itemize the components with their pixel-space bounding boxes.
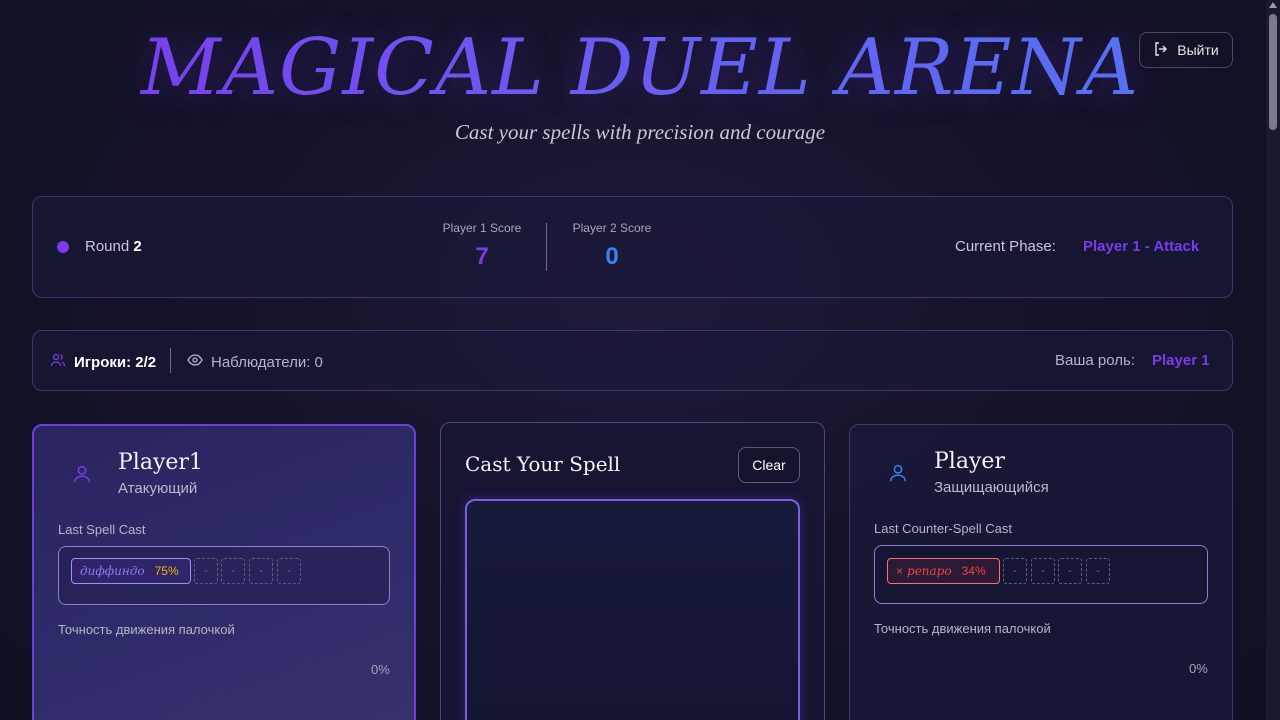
eye-icon: [187, 352, 203, 372]
attacker-wand-accuracy-label: Точность движения палочкой: [58, 622, 235, 637]
attacker-user-icon: [62, 454, 102, 494]
app-title: MAGICAL DUEL ARENA: [0, 20, 1280, 116]
defender-user-icon: [878, 453, 918, 493]
defender-spell-slot: -: [1003, 558, 1027, 584]
attacker-wand-accuracy-value: 0%: [371, 662, 390, 677]
users-icon: [50, 352, 66, 372]
defender-spell-slot: -: [1058, 558, 1082, 584]
phase-value: Player 1 - Attack: [1083, 238, 1200, 255]
defender-last-spell-label: Last Counter-Spell Cast: [874, 521, 1013, 536]
logout-icon: [1153, 41, 1169, 60]
score-divider: [546, 223, 547, 271]
defender-spell-chip: × репаро 34%: [887, 558, 1000, 584]
player1-score: Player 1 Score 7: [432, 221, 532, 271]
spell-drawing-canvas[interactable]: [465, 499, 800, 720]
info-divider: [170, 348, 171, 373]
defender-name: Player: [934, 449, 1005, 474]
attacker-spell-slot: -: [249, 558, 273, 584]
players-count-label: Игроки: 2/2: [74, 353, 157, 371]
defender-spell-slot: -: [1031, 558, 1055, 584]
attacker-spell-slot: -: [277, 558, 301, 584]
attacker-spell-accuracy: 75%: [154, 564, 179, 578]
phase-label: Current Phase:: [955, 238, 1056, 255]
defender-wand-accuracy-value: 0%: [1189, 661, 1208, 676]
attacker-name: Player1: [118, 450, 203, 475]
logout-label: Выйти: [1177, 42, 1219, 58]
role-label: Ваша роль:: [1055, 352, 1135, 369]
attacker-spell-name: диффиндо: [80, 564, 145, 578]
page-scrollbar[interactable]: [1266, 0, 1280, 720]
scroll-up-icon[interactable]: [1269, 2, 1277, 8]
viewers-count-label: Наблюдатели: 0: [211, 353, 323, 371]
attacker-role: Атакующий: [118, 480, 198, 497]
defender-spell-slot: -: [1086, 558, 1110, 584]
player1-score-label: Player 1 Score: [442, 221, 522, 235]
defender-role: Защищающийся: [934, 479, 1049, 496]
round-value: 2: [133, 238, 142, 255]
defender-wand-accuracy-label: Точность движения палочкой: [874, 621, 1051, 636]
player2-score-value: 0: [605, 243, 619, 270]
role-value: Player 1: [1152, 352, 1210, 369]
round-label: Round: [85, 238, 130, 255]
clear-button[interactable]: Clear: [738, 447, 800, 483]
logout-button[interactable]: Выйти: [1139, 32, 1233, 68]
players-count: Игроки: 2/2: [50, 352, 156, 372]
player1-score-value: 7: [475, 243, 489, 270]
defender-spell-name: репаро: [907, 564, 952, 578]
defender-spell-text: × репаро: [896, 564, 952, 578]
scrollbar-thumb[interactable]: [1269, 14, 1277, 130]
app-subtitle: Cast your spells with precision and cour…: [454, 120, 826, 144]
attacker-spell-slot: -: [221, 558, 245, 584]
cast-spell-title: Cast Your Spell: [465, 452, 621, 476]
attacker-spell-slot: -: [194, 558, 218, 584]
defender-spell-accuracy: 34%: [961, 564, 986, 578]
round-indicator: Round 2: [85, 238, 142, 255]
player2-score-label: Player 2 Score: [572, 221, 652, 235]
viewers-count: Наблюдатели: 0: [187, 352, 323, 372]
round-indicator-dot: [57, 241, 69, 253]
player2-score: Player 2 Score 0: [562, 221, 662, 271]
attacker-last-spell-label: Last Spell Cast: [58, 522, 146, 537]
attacker-spell-chip: диффиндо 75%: [71, 558, 191, 584]
fail-icon: ×: [896, 564, 904, 578]
